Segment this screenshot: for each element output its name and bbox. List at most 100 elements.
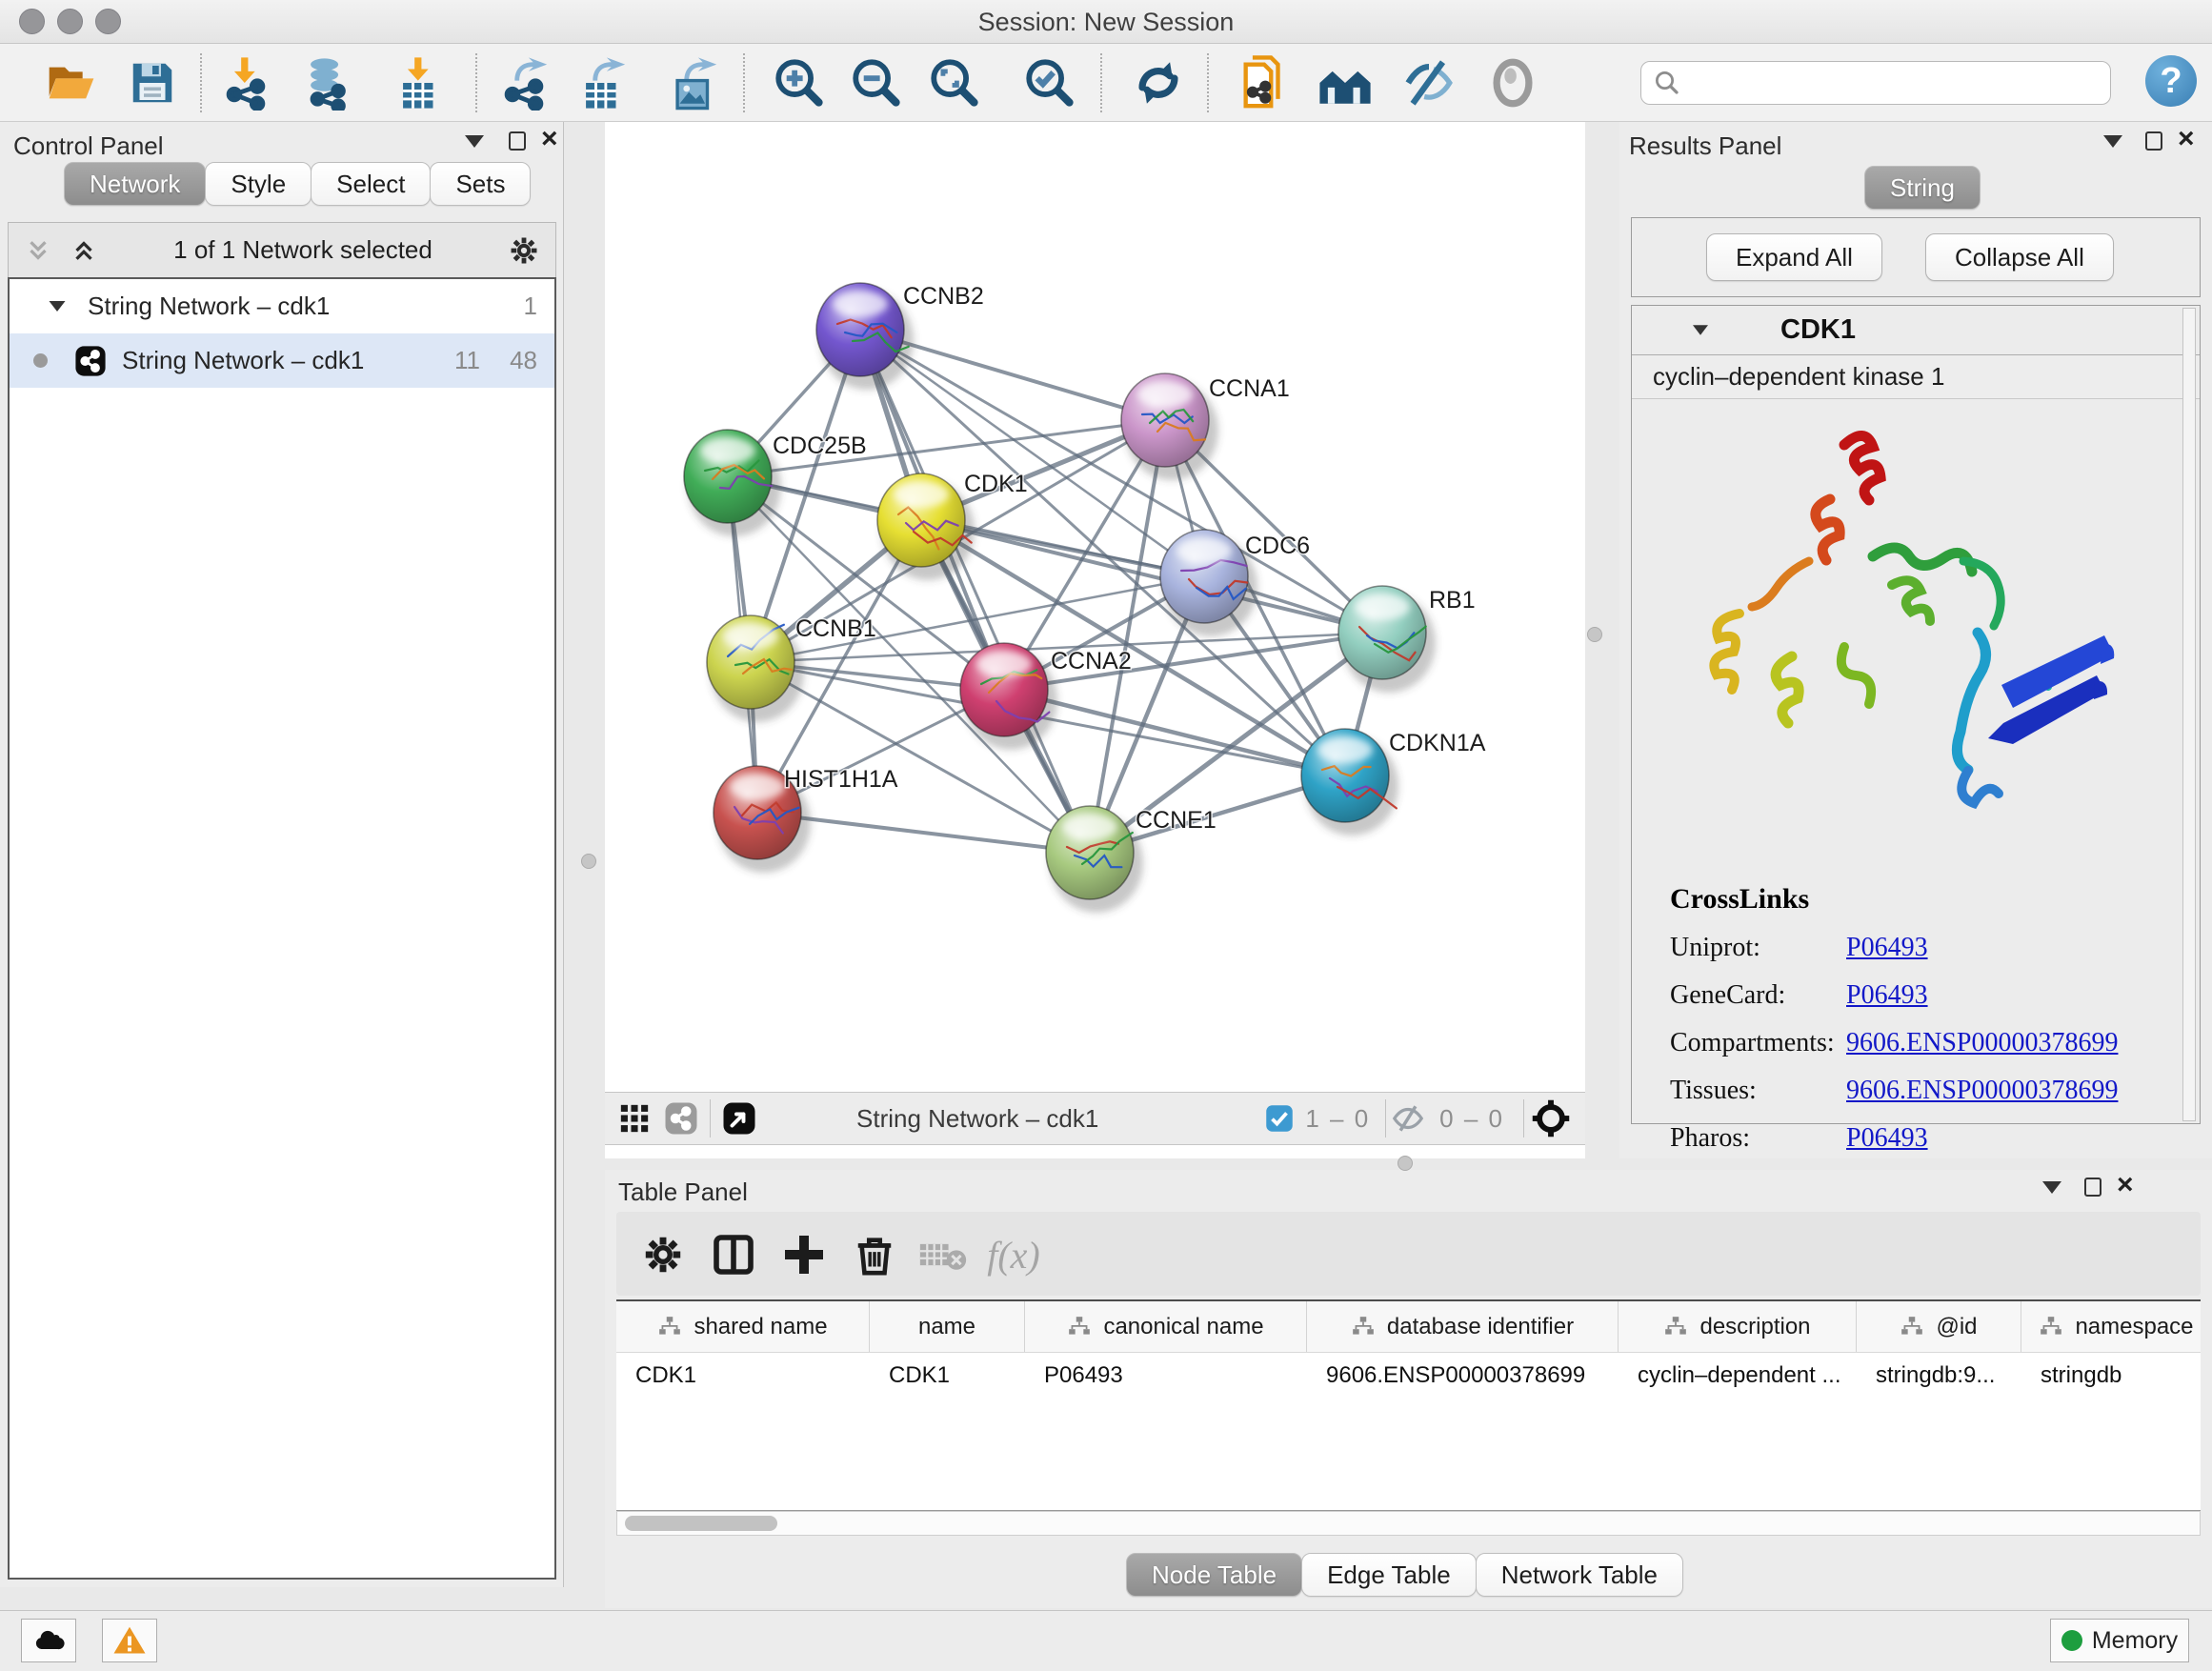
table-cell[interactable]: stringdb:9... xyxy=(1857,1353,2021,1399)
create-column-icon[interactable] xyxy=(774,1225,834,1284)
table-cell[interactable]: P06493 xyxy=(1025,1353,1307,1399)
cloud-button[interactable] xyxy=(21,1619,76,1662)
gear-icon[interactable] xyxy=(508,234,540,267)
crosslink-link[interactable]: P06493 xyxy=(1846,1123,1928,1154)
delete-column-icon[interactable] xyxy=(845,1225,904,1284)
tab-edge-table[interactable]: Edge Table xyxy=(1301,1553,1477,1597)
apply-layout-icon[interactable] xyxy=(1130,54,1187,111)
table-panel-close-icon[interactable]: × xyxy=(2117,1176,2134,1198)
table-cell[interactable]: stringdb xyxy=(2021,1353,2201,1399)
results-scrollbar[interactable] xyxy=(2182,308,2196,1121)
memory-button[interactable]: Memory xyxy=(2050,1619,2189,1662)
show-columns-icon[interactable] xyxy=(704,1225,763,1284)
tab-string[interactable]: String xyxy=(1864,166,1981,210)
table-row[interactable]: CDK1CDK1P064939606.ENSP00000378699cyclin… xyxy=(616,1353,2201,1399)
zoom-in-icon[interactable] xyxy=(771,54,828,111)
table-panel-menu-icon[interactable] xyxy=(2042,1181,2061,1198)
table-panel-float-icon[interactable] xyxy=(2084,1178,2101,1201)
tab-network-table[interactable]: Network Table xyxy=(1476,1553,1683,1597)
table-body[interactable]: CDK1CDK1P064939606.ENSP00000378699cyclin… xyxy=(616,1353,2201,1399)
toolbar-search[interactable] xyxy=(1640,61,2111,105)
network-row[interactable]: String Network – cdk1 11 48 xyxy=(10,333,554,388)
collection-collapse-icon[interactable] xyxy=(50,301,66,312)
results-panel-float-icon[interactable] xyxy=(2145,131,2162,155)
help-icon[interactable]: ? xyxy=(2145,55,2197,107)
node-label-HIST1H1A[interactable]: HIST1H1A xyxy=(784,766,898,793)
network-collection-row[interactable]: String Network – cdk1 1 xyxy=(10,279,554,333)
node-label-CDK1[interactable]: CDK1 xyxy=(964,471,1028,497)
show-all-icon[interactable] xyxy=(1317,54,1374,111)
node-label-RB1[interactable]: RB1 xyxy=(1429,587,1476,614)
table-cell[interactable]: cyclin–dependent ... xyxy=(1619,1353,1857,1399)
expand-all-button[interactable]: Expand All xyxy=(1706,233,1882,281)
birdseye-view-icon[interactable] xyxy=(722,1101,756,1136)
node-label-CCNA2[interactable]: CCNA2 xyxy=(1051,648,1132,674)
export-network-icon[interactable] xyxy=(495,54,553,111)
crosslink-link[interactable]: 9606.ENSP00000378699 xyxy=(1846,1076,2118,1106)
import-network-file-icon[interactable] xyxy=(217,54,274,111)
control-panel-float-icon[interactable] xyxy=(509,131,526,155)
gene-header-row[interactable]: CDK1 xyxy=(1632,306,2200,355)
zoom-out-icon[interactable] xyxy=(848,54,905,111)
network-canvas[interactable]: CCNB2 CCNA1 CDC25B CDK1 CDC6 RB1 CCNB1 CCNA2 CDK… xyxy=(605,122,1585,1092)
tab-select[interactable]: Select xyxy=(311,162,431,206)
zoom-selected-icon[interactable] xyxy=(1021,54,1078,111)
control-panel-close-icon[interactable]: × xyxy=(541,130,558,152)
node-label-CCNE1[interactable]: CCNE1 xyxy=(1136,807,1217,834)
table-cell[interactable]: 9606.ENSP00000378699 xyxy=(1307,1353,1619,1399)
open-session-icon[interactable] xyxy=(43,54,100,111)
table-header-row[interactable]: shared namenamecanonical namedatabase id… xyxy=(616,1301,2201,1353)
node-navigator-icon[interactable] xyxy=(1530,1097,1572,1139)
column-header-canonical-name[interactable]: canonical name xyxy=(1025,1301,1307,1352)
column-header--id[interactable]: @id xyxy=(1857,1301,2021,1352)
column-header-name[interactable]: name xyxy=(870,1301,1025,1352)
crosslink-link[interactable]: P06493 xyxy=(1846,933,1928,963)
table-gear-icon[interactable] xyxy=(633,1225,693,1284)
results-panel-menu-icon[interactable] xyxy=(2103,135,2122,152)
column-header-shared-name[interactable]: shared name xyxy=(616,1301,870,1352)
table-cell[interactable]: CDK1 xyxy=(870,1353,1025,1399)
node-label-CCNB2[interactable]: CCNB2 xyxy=(903,283,984,310)
results-panel-close-icon[interactable]: × xyxy=(2178,130,2195,152)
column-header-description[interactable]: description xyxy=(1619,1301,1857,1352)
node-table[interactable]: shared namenamecanonical namedatabase id… xyxy=(616,1299,2201,1511)
tab-sets[interactable]: Sets xyxy=(430,162,531,206)
show-hidden-icon[interactable] xyxy=(1484,54,1541,111)
zoom-fit-icon[interactable] xyxy=(926,54,983,111)
crosslink-link[interactable]: P06493 xyxy=(1846,980,1928,1011)
right-splitter-handle[interactable] xyxy=(1587,627,1602,642)
save-session-icon[interactable] xyxy=(124,54,181,111)
column-header-database-identifier[interactable]: database identifier xyxy=(1307,1301,1619,1352)
hide-selected-icon[interactable] xyxy=(1400,54,1458,111)
grid-view-icon[interactable] xyxy=(618,1102,651,1135)
expand-all-icon[interactable] xyxy=(70,236,98,265)
import-table-file-icon[interactable] xyxy=(391,54,448,111)
node-label-CDC25B[interactable]: CDC25B xyxy=(773,433,867,459)
left-splitter-handle[interactable] xyxy=(581,854,596,869)
export-table-icon[interactable] xyxy=(573,54,631,111)
crosslink-link[interactable]: 9606.ENSP00000378699 xyxy=(1846,1028,2118,1058)
selected-checkbox-icon[interactable] xyxy=(1265,1104,1294,1133)
bottom-splitter-handle[interactable] xyxy=(1398,1156,1413,1171)
table-cell[interactable]: CDK1 xyxy=(616,1353,870,1399)
collapse-all-button[interactable]: Collapse All xyxy=(1925,233,2114,281)
tab-network[interactable]: Network xyxy=(64,162,206,206)
column-header-namespace[interactable]: namespace xyxy=(2021,1301,2201,1352)
node-label-CDC6[interactable]: CDC6 xyxy=(1245,533,1310,559)
node-label-CDKN1A[interactable]: CDKN1A xyxy=(1389,730,1486,756)
gene-collapse-icon[interactable] xyxy=(1693,325,1708,334)
string-tab-icon[interactable] xyxy=(664,1101,698,1136)
node-label-CCNA1[interactable]: CCNA1 xyxy=(1209,375,1290,402)
first-neighbors-icon[interactable] xyxy=(1236,54,1293,111)
import-network-database-icon[interactable] xyxy=(298,54,355,111)
node-label-CCNB1[interactable]: CCNB1 xyxy=(795,615,876,642)
table-hscrollbar[interactable] xyxy=(616,1511,2201,1536)
search-input[interactable] xyxy=(1681,70,2091,96)
collapse-all-icon[interactable] xyxy=(24,236,52,265)
control-panel-menu-icon[interactable] xyxy=(465,135,484,152)
tab-node-table[interactable]: Node Table xyxy=(1126,1553,1302,1597)
export-image-icon[interactable] xyxy=(665,54,722,111)
tab-style[interactable]: Style xyxy=(205,162,312,206)
table-hscroll-thumb[interactable] xyxy=(625,1516,777,1531)
warnings-button[interactable] xyxy=(102,1619,157,1662)
